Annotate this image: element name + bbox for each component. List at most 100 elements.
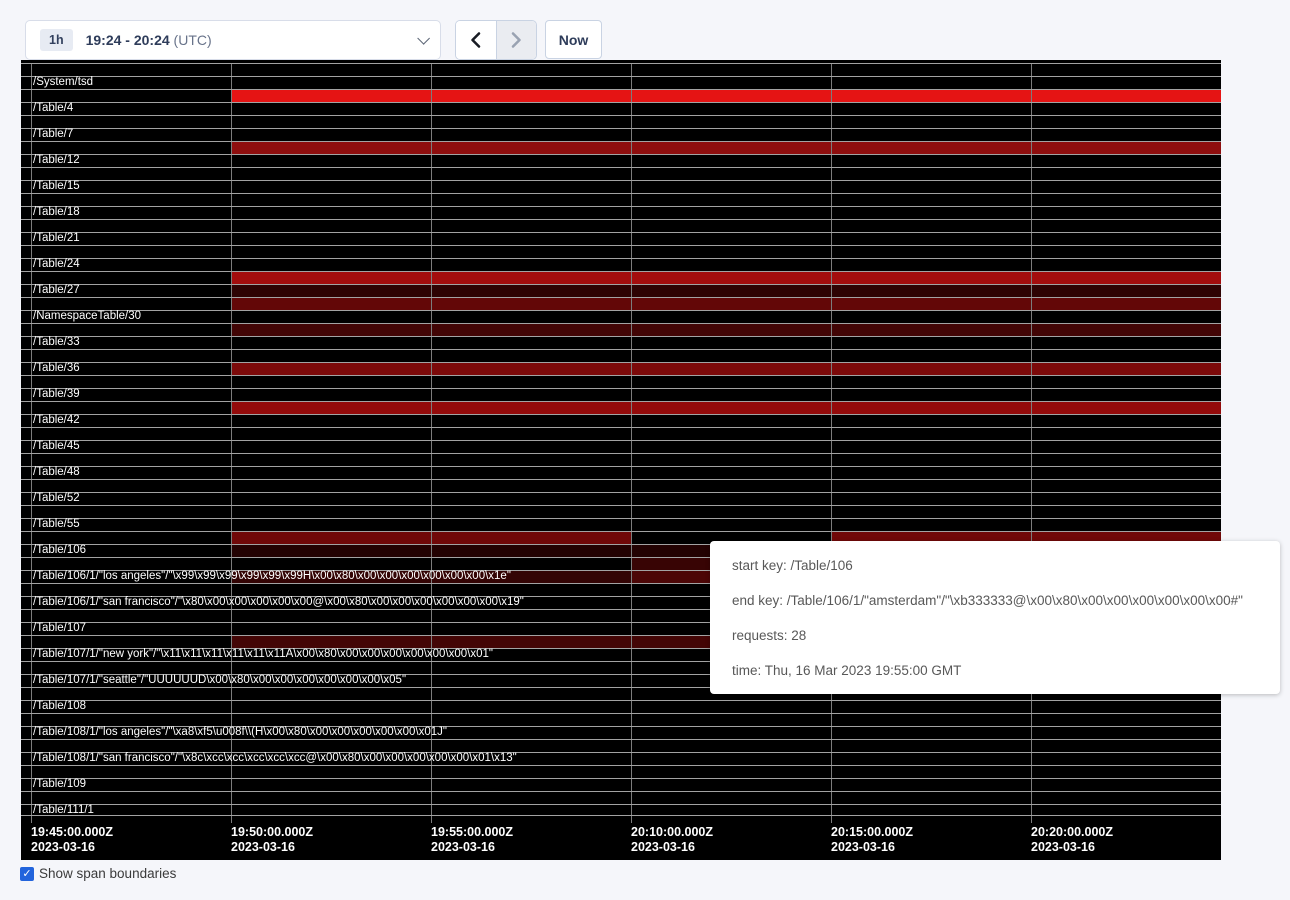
row-key-label: /Table/21	[33, 232, 80, 245]
next-range-button-disabled[interactable]	[496, 21, 536, 59]
span-boundary-line	[21, 349, 1221, 350]
span-boundary-line	[21, 310, 1221, 311]
row-key-label: /Table/52	[33, 492, 80, 505]
row-key-label: /Table/107	[33, 622, 86, 635]
heat-band	[231, 141, 1221, 154]
span-boundary-line	[21, 778, 1221, 779]
span-boundary-line	[21, 362, 1221, 363]
span-boundary-line	[21, 518, 1221, 519]
span-boundary-line	[21, 271, 1221, 272]
range-timezone: (UTC)	[174, 32, 212, 48]
span-boundary-line	[21, 336, 1221, 337]
span-boundary-line	[21, 531, 1221, 532]
span-boundary-line	[21, 63, 1221, 64]
span-boundary-line	[21, 258, 1221, 259]
span-boundary-line	[21, 375, 1221, 376]
time-range-selector[interactable]: 1h 19:24 - 20:24 (UTC)	[25, 20, 441, 60]
span-boundary-line	[21, 414, 1221, 415]
chevron-down-icon	[417, 32, 430, 45]
span-boundary-line	[21, 76, 1221, 77]
span-boundary-line	[21, 804, 1221, 805]
heat-band	[231, 362, 1221, 375]
row-key-label: /Table/111/1	[33, 804, 94, 817]
row-key-label: /Table/12	[33, 154, 80, 167]
span-boundary-line	[21, 245, 1221, 246]
span-boundary-line	[21, 815, 1221, 816]
span-boundary-line	[21, 128, 1221, 129]
chevron-right-icon	[510, 31, 523, 49]
heat-band	[231, 284, 1221, 297]
span-boundary-line	[21, 206, 1221, 207]
row-key-label: /Table/27	[33, 284, 80, 297]
time-boundary-line	[231, 63, 232, 823]
span-boundary-line	[21, 180, 1221, 181]
span-boundary-line	[21, 453, 1221, 454]
span-boundary-line	[21, 193, 1221, 194]
show-span-boundaries-checkbox[interactable]: ✓	[20, 867, 34, 881]
row-key-label: /System/tsd	[33, 76, 93, 89]
row-key-label: /Table/108/1/"los angeles"/"\xa8\xf5\u00…	[33, 726, 447, 739]
row-key-label: /Table/33	[33, 336, 80, 349]
row-key-label: /Table/106/1/"los angeles"/"\x99\x99\x99…	[33, 570, 511, 583]
heat-band	[231, 271, 1221, 284]
span-boundary-line	[21, 102, 1221, 103]
axis-tick-time: 19:55:00.000Z	[431, 825, 513, 839]
tooltip-start-key: start key: /Table/106	[732, 558, 1258, 573]
row-key-label: /Table/107/1/"new york"/"\x11\x11\x11\x1…	[33, 648, 493, 661]
span-boundary-line	[21, 505, 1221, 506]
range-duration-badge: 1h	[40, 29, 73, 51]
row-key-label: /Table/15	[33, 180, 80, 193]
row-key-label: /Table/106	[33, 544, 86, 557]
range-nav-group	[455, 20, 537, 60]
axis-tick-time: 20:15:00.000Z	[831, 825, 913, 839]
prev-range-button[interactable]	[456, 21, 496, 59]
now-button[interactable]: Now	[545, 20, 602, 59]
row-key-label: /Table/48	[33, 466, 80, 479]
row-key-label: /Table/107/1/"seattle"/"UUUUUUD\x00\x80\…	[33, 674, 406, 687]
heat-band	[231, 89, 1221, 102]
axis-tick-time: 20:20:00.000Z	[1031, 825, 1113, 839]
axis-tick-date: 2023-03-16	[1031, 840, 1095, 854]
span-boundary-line	[21, 479, 1221, 480]
span-boundary-line	[21, 115, 1221, 116]
span-tooltip: start key: /Table/106 end key: /Table/10…	[710, 541, 1280, 694]
axis-tick-time: 19:45:00.000Z	[31, 825, 113, 839]
span-boundary-line	[21, 765, 1221, 766]
row-key-label: /Table/39	[33, 388, 80, 401]
span-boundary-line	[21, 440, 1221, 441]
row-key-label: /Table/45	[33, 440, 80, 453]
span-boundary-line	[21, 713, 1221, 714]
show-span-boundaries-label: Show span boundaries	[39, 866, 176, 881]
span-boundary-line	[21, 492, 1221, 493]
tooltip-end-key: end key: /Table/106/1/"amsterdam"/"\xb33…	[732, 593, 1258, 608]
span-boundary-line	[21, 232, 1221, 233]
axis-tick-time: 20:10:00.000Z	[631, 825, 713, 839]
row-key-label: /Table/7	[33, 128, 73, 141]
row-key-label: /Table/42	[33, 414, 80, 427]
footer: ✓ Show span boundaries	[20, 866, 176, 881]
range-text: 19:24 - 20:24 (UTC)	[86, 32, 212, 48]
axis-tick-date: 2023-03-16	[31, 840, 95, 854]
row-key-label: /Table/108/1/"san francisco"/"\x8c\xcc\x…	[33, 752, 517, 765]
span-boundary-line	[21, 154, 1221, 155]
span-boundary-line	[21, 388, 1221, 389]
row-key-label: /Table/55	[33, 518, 80, 531]
span-boundary-line	[21, 739, 1221, 740]
time-boundary-line	[31, 63, 32, 823]
row-key-label: /Table/18	[33, 206, 80, 219]
span-boundary-line	[21, 219, 1221, 220]
time-boundary-line	[831, 63, 832, 823]
span-boundary-line	[21, 700, 1221, 701]
span-boundary-line	[21, 791, 1221, 792]
row-key-label: /Table/36	[33, 362, 80, 375]
time-boundary-line	[431, 63, 432, 823]
row-key-label: /Table/108	[33, 700, 86, 713]
span-boundary-line	[21, 297, 1221, 298]
key-visualizer-canvas[interactable]: /System/tsd/Table/4/Table/7/Table/12/Tab…	[21, 60, 1221, 860]
span-boundary-line	[21, 466, 1221, 467]
time-boundary-line	[631, 63, 632, 823]
heat-band	[231, 297, 1221, 310]
span-boundary-line	[21, 401, 1221, 402]
key-visualizer-page: { "toolbar": { "range_badge": "1h", "ran…	[0, 0, 1290, 900]
axis-tick-date: 2023-03-16	[431, 840, 495, 854]
